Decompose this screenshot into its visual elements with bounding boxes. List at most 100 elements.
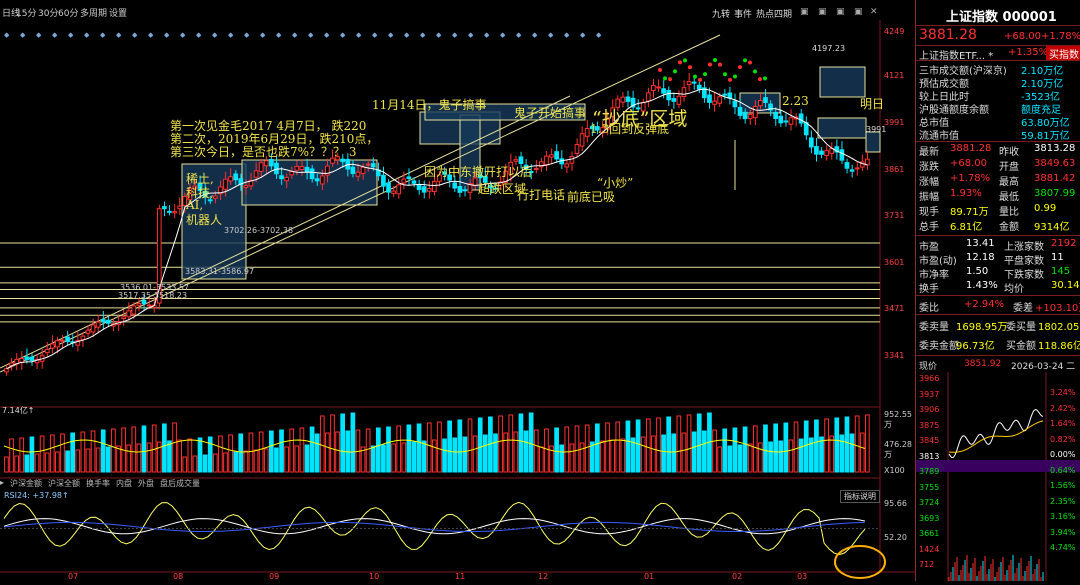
top-marker: ◆ xyxy=(68,31,74,39)
kline-chart[interactable]: ◆ ◆ ◆ ◆ ◆ ◆ ◆ ◆ ◆ ◆ ◆ ◆ ◆ ◆ ◆ ◆ ◆ ◆ ◆ ◆ ◆ ◆ ◆ ◆ ◆ ◆ ◆ ◆ ◆ ◆ ◆ ◆ ◆ ◆ ◆ ◆ ◆ ◆ 日… xyxy=(0,0,915,581)
candle-body xyxy=(747,114,753,120)
candle-body xyxy=(370,163,376,168)
volume-bar xyxy=(666,416,672,473)
rsi-label: RSI24: +37.98↑ xyxy=(4,491,69,500)
tab-30min[interactable]: 30分 xyxy=(38,6,58,19)
intraday-left-tick: 3845 xyxy=(919,436,940,445)
volume-bar xyxy=(498,415,503,473)
volume-bar xyxy=(391,443,396,473)
volume-bar xyxy=(65,450,70,473)
price-tick: 3341 xyxy=(884,351,905,360)
annotation-text: 明日 xyxy=(860,97,885,111)
buy-index-button[interactable]: 买指数 xyxy=(1046,46,1080,61)
volume-bar xyxy=(172,422,177,473)
intraday-right-tick: 0.64% xyxy=(1050,465,1076,475)
candle-body xyxy=(681,87,687,98)
intraday-left-tick: 3813 xyxy=(919,451,940,461)
candle-body xyxy=(406,176,412,179)
tool-icon-4[interactable]: ▣ xyxy=(854,7,863,17)
quote-value: 0.99 xyxy=(1034,203,1057,214)
volume-bar xyxy=(640,436,646,473)
volume-bar xyxy=(381,444,386,473)
quote-value: +68.00 xyxy=(950,158,988,169)
signal-dot xyxy=(678,60,682,65)
intraday-left-tick: 1424 xyxy=(919,544,940,554)
tab-indicator-2[interactable]: 沪深金额 xyxy=(10,478,42,489)
volume-bar xyxy=(686,414,692,473)
tab-events[interactable]: 事件 xyxy=(734,7,752,20)
quote-label: 涨幅 xyxy=(919,177,939,188)
candle-body xyxy=(432,180,437,193)
stat-label: 下跌家数 xyxy=(1004,270,1044,281)
candle-body xyxy=(314,178,320,182)
intraday-right-tick: 2.42% xyxy=(1050,403,1076,413)
current-price: 3851.92 xyxy=(964,359,1002,369)
volume-bar xyxy=(696,413,702,473)
candle-body xyxy=(294,166,300,171)
tab-multi-period[interactable]: 多周期 xyxy=(80,6,107,19)
volume-bar xyxy=(854,415,860,473)
volume-bar xyxy=(80,431,86,473)
indicator-explain-button[interactable]: 指标说明 xyxy=(840,490,880,503)
candle-body xyxy=(162,206,167,210)
volume-bar xyxy=(126,444,132,473)
candle-body xyxy=(426,187,432,192)
volume-bar xyxy=(396,425,402,473)
tab-indicator-6[interactable]: 外盘 xyxy=(138,478,154,489)
tool-icon-3[interactable]: ▣ xyxy=(836,7,845,17)
volume-bar xyxy=(182,456,188,473)
candle-body xyxy=(742,111,748,120)
candle-body xyxy=(233,173,239,181)
candle-body xyxy=(309,168,315,180)
tab-indicator-1[interactable]: ▸ xyxy=(0,478,4,489)
annotation-box xyxy=(819,66,866,98)
candle-body xyxy=(625,96,631,102)
volume-bar xyxy=(192,455,198,473)
volume-bar xyxy=(100,429,106,473)
candle-body xyxy=(844,162,850,169)
order-label: 委卖金额 xyxy=(919,341,959,352)
stat-label: 平盘家数 xyxy=(1004,256,1044,267)
quote-label: 最高 xyxy=(999,177,1019,188)
volume-bar xyxy=(95,447,101,473)
quote-value: 3881.28 xyxy=(950,143,992,154)
close-icon[interactable]: ✕ xyxy=(870,7,878,17)
top-marker: ◆ xyxy=(580,31,586,39)
candle-body xyxy=(284,176,289,182)
tool-icon-2[interactable]: ▣ xyxy=(818,7,827,17)
volume-bar xyxy=(386,426,391,473)
candle-body xyxy=(319,175,325,185)
quote-value: 1.93% xyxy=(950,188,982,199)
volume-bar xyxy=(442,438,447,473)
top-marker: ◆ xyxy=(196,31,202,39)
tab-60min[interactable]: 60分 xyxy=(58,6,78,19)
candle-body xyxy=(671,98,677,102)
volume-bar xyxy=(803,420,809,473)
candle-body xyxy=(131,305,137,315)
quote-label: 最低 xyxy=(999,192,1019,203)
top-marker: ◆ xyxy=(484,31,490,39)
tab-hot[interactable]: 热点四期 xyxy=(756,7,792,20)
volume-bar xyxy=(19,437,25,473)
tab-indicator-3[interactable]: 沪深全额 xyxy=(48,478,80,489)
volume-bar xyxy=(9,438,14,473)
volume-bar xyxy=(834,417,840,473)
top-marker: ◆ xyxy=(388,31,394,39)
annotation-text: 2.23 xyxy=(782,94,809,108)
volume-bar xyxy=(284,446,289,473)
tab-15min[interactable]: 15分 xyxy=(16,6,36,19)
tab-indicator-5[interactable]: 内盘 xyxy=(116,478,132,489)
candle-body xyxy=(717,96,722,104)
top-marker: ◆ xyxy=(292,31,298,39)
signal-dot xyxy=(708,62,712,67)
tab-indicator-4[interactable]: 换手率 xyxy=(86,478,110,489)
candle-body xyxy=(396,184,402,195)
tab-indicator-7[interactable]: 盘后成交量 xyxy=(160,478,200,489)
tab-jiuzhuan[interactable]: 九转 xyxy=(712,7,730,20)
candle-body xyxy=(85,329,91,334)
candle-body xyxy=(263,160,269,167)
rsi-line-slow xyxy=(3,521,865,532)
intraday-right-tick: 3.16% xyxy=(1050,512,1076,521)
tab-settings[interactable]: 设置 xyxy=(109,6,127,19)
tool-icon-1[interactable]: ▣ xyxy=(800,7,809,17)
